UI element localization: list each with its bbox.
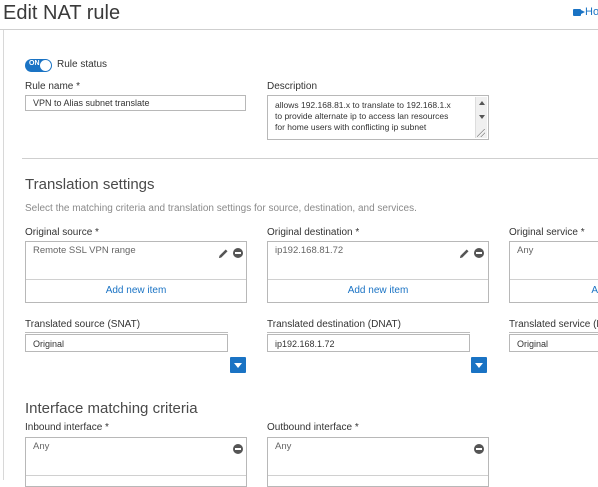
section-divider bbox=[22, 158, 598, 159]
original-destination-item[interactable]: ip192.168.81.72 bbox=[275, 245, 343, 256]
dropdown-top-line bbox=[267, 332, 470, 333]
scroll-down-icon[interactable] bbox=[479, 115, 485, 119]
translated-destination-dropdown-button[interactable] bbox=[471, 357, 487, 373]
rule-status-label: Rule status bbox=[57, 59, 108, 70]
description-label: Description bbox=[267, 81, 318, 92]
dropdown-top-line bbox=[509, 332, 598, 333]
translated-destination-select[interactable]: ip192.168.1.72 bbox=[267, 334, 470, 352]
original-source-label: Original source * bbox=[25, 227, 99, 238]
rule-status-toggle[interactable]: ON bbox=[25, 59, 52, 72]
original-destination-label: Original destination * bbox=[267, 227, 360, 238]
inbound-interface-label: Inbound interface * bbox=[25, 422, 109, 433]
listbox-footer-divider bbox=[268, 475, 488, 476]
description-line: to provide alternate ip to access lan re… bbox=[275, 111, 449, 122]
listbox-footer-divider bbox=[268, 279, 488, 280]
inbound-interface-item[interactable]: Any bbox=[33, 441, 49, 452]
remove-circle-icon[interactable] bbox=[474, 248, 484, 258]
help-link-label: Ho bbox=[585, 6, 598, 18]
description-text: allows 192.168.81.x to translate to 192.… bbox=[275, 100, 467, 134]
original-source-item[interactable]: Remote SSL VPN range bbox=[33, 245, 136, 256]
original-destination-listbox[interactable]: ip192.168.81.72 Add new item bbox=[267, 241, 489, 303]
toggle-knob bbox=[40, 60, 51, 71]
original-service-item[interactable]: Any bbox=[517, 245, 533, 256]
original-source-listbox[interactable]: Remote SSL VPN range Add new item bbox=[25, 241, 247, 303]
translated-source-select[interactable]: Original bbox=[25, 334, 228, 352]
listbox-footer-divider bbox=[26, 475, 246, 476]
interface-criteria-title: Interface matching criteria bbox=[25, 400, 198, 417]
rule-name-label: Rule name * bbox=[25, 81, 81, 92]
translation-settings-description: Select the matching criteria and transla… bbox=[25, 203, 417, 214]
add-new-item-link[interactable]: Add new item bbox=[26, 285, 246, 296]
listbox-footer-divider bbox=[26, 279, 246, 280]
header-divider bbox=[0, 29, 598, 30]
resize-grip-icon[interactable] bbox=[477, 129, 485, 137]
scroll-up-icon[interactable] bbox=[479, 101, 485, 105]
translated-service-label: Translated service (P bbox=[509, 319, 598, 330]
description-line: for home users with conflicting ip subne… bbox=[275, 122, 427, 133]
original-service-label: Original service * bbox=[509, 227, 585, 238]
pencil-icon[interactable] bbox=[218, 248, 229, 259]
translated-source-dropdown-button[interactable] bbox=[230, 357, 246, 373]
add-new-item-link[interactable]: A bbox=[591, 285, 598, 296]
panel-border bbox=[3, 30, 4, 480]
remove-circle-icon[interactable] bbox=[233, 248, 243, 258]
add-new-item-link[interactable]: Add new item bbox=[268, 285, 488, 296]
remove-circle-icon[interactable] bbox=[233, 444, 243, 454]
rule-name-input[interactable]: VPN to Alias subnet translate bbox=[25, 95, 246, 111]
description-textarea[interactable]: allows 192.168.81.x to translate to 192.… bbox=[267, 95, 489, 140]
help-link[interactable]: Ho bbox=[573, 6, 598, 18]
video-camera-icon bbox=[573, 8, 585, 16]
toggle-on-text: ON bbox=[29, 60, 40, 67]
translated-service-select[interactable]: Original bbox=[509, 334, 598, 352]
dropdown-top-line bbox=[25, 332, 228, 333]
outbound-interface-label: Outbound interface * bbox=[267, 422, 359, 433]
description-scrollbar[interactable] bbox=[475, 97, 487, 138]
pencil-icon[interactable] bbox=[459, 248, 470, 259]
translated-destination-label: Translated destination (DNAT) bbox=[267, 319, 401, 330]
remove-circle-icon[interactable] bbox=[474, 444, 484, 454]
listbox-footer-divider bbox=[510, 279, 598, 280]
outbound-interface-item[interactable]: Any bbox=[275, 441, 291, 452]
original-service-listbox[interactable]: Any A bbox=[509, 241, 598, 303]
page-title: Edit NAT rule bbox=[3, 2, 121, 24]
translated-source-label: Translated source (SNAT) bbox=[25, 319, 141, 330]
translation-settings-title: Translation settings bbox=[25, 176, 155, 193]
description-line: allows 192.168.81.x to translate to 192.… bbox=[275, 100, 451, 110]
